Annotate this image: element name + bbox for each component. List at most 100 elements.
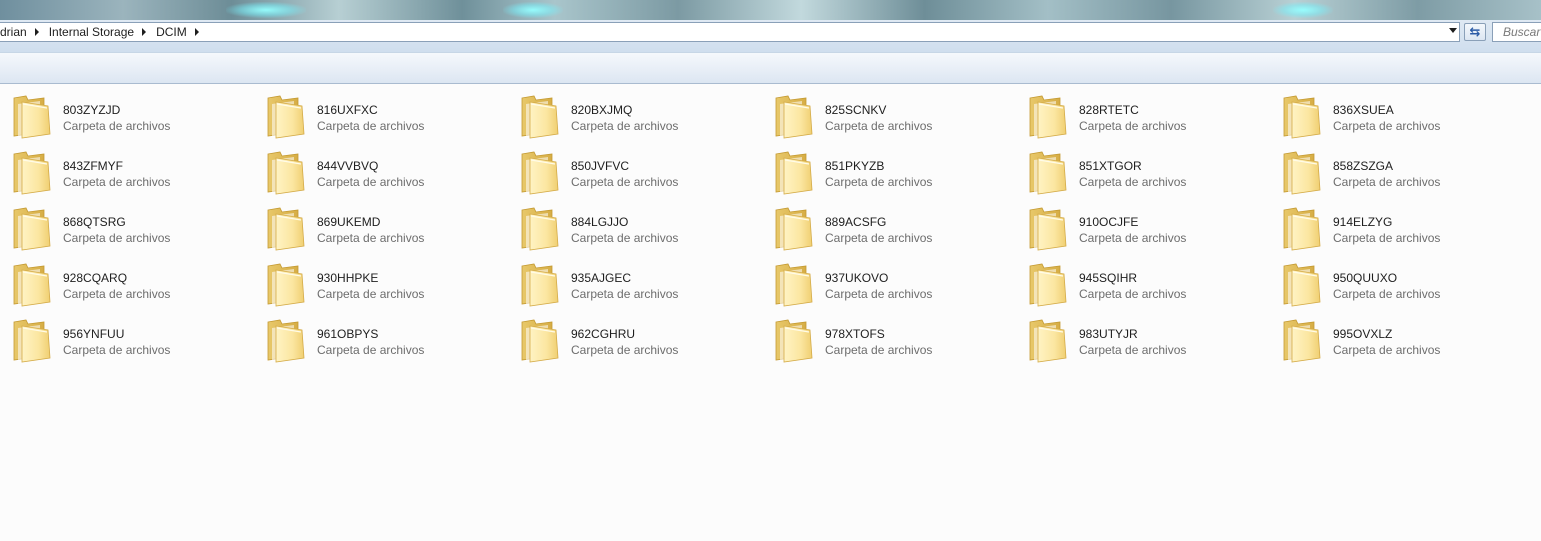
folder-text: 956YNFUU Carpeta de archivos — [63, 316, 170, 358]
folder-grid: 803ZYZJD Carpeta de archivos 816UXFXC Ca… — [8, 92, 1532, 372]
folder-icon — [521, 151, 559, 195]
folder-item[interactable]: 836XSUEA Carpeta de archivos — [1278, 92, 1532, 148]
folder-name: 914ELZYG — [1333, 215, 1393, 229]
chevron-right-icon[interactable] — [142, 28, 147, 36]
folder-type: Carpeta de archivos — [1079, 231, 1187, 245]
title-bar-glow — [503, 2, 563, 18]
folder-icon — [1029, 319, 1067, 363]
folder-icon — [775, 319, 813, 363]
folder-text: 937UKOVO Carpeta de archivos — [825, 260, 932, 302]
folder-text: 836XSUEA Carpeta de archivos — [1333, 92, 1440, 134]
folder-name: 956YNFUU — [63, 327, 125, 341]
folder-item[interactable]: 937UKOVO Carpeta de archivos — [770, 260, 1024, 316]
folder-item[interactable]: 930HHPKE Carpeta de archivos — [262, 260, 516, 316]
folder-text: 978XTOFS Carpeta de archivos — [825, 316, 932, 358]
folder-name: 961OBPYS — [317, 327, 379, 341]
search-input[interactable]: Buscar — [1492, 22, 1541, 42]
folder-item[interactable]: 889ACSFG Carpeta de archivos — [770, 204, 1024, 260]
folder-name: 978XTOFS — [825, 327, 885, 341]
folder-item[interactable]: 914ELZYG Carpeta de archivos — [1278, 204, 1532, 260]
folder-type: Carpeta de archivos — [1333, 287, 1441, 301]
folder-text: 995OVXLZ Carpeta de archivos — [1333, 316, 1440, 358]
folder-text: 803ZYZJD Carpeta de archivos — [63, 92, 170, 134]
folder-text: 945SQIHR Carpeta de archivos — [1079, 260, 1186, 302]
folder-type: Carpeta de archivos — [63, 343, 171, 357]
folder-name: 935AJGEC — [571, 271, 632, 285]
folder-item[interactable]: 995OVXLZ Carpeta de archivos — [1278, 316, 1532, 372]
folder-text: 983UTYJR Carpeta de archivos — [1079, 316, 1186, 358]
folder-icon — [775, 207, 813, 251]
chevron-right-icon[interactable] — [194, 28, 199, 36]
address-bar[interactable]: drian Internal Storage DCIM — [0, 22, 1460, 42]
folder-type: Carpeta de archivos — [571, 175, 679, 189]
folder-item[interactable]: 945SQIHR Carpeta de archivos — [1024, 260, 1278, 316]
folder-name: 836XSUEA — [1333, 103, 1394, 117]
folder-item[interactable]: 978XTOFS Carpeta de archivos — [770, 316, 1024, 372]
refresh-button[interactable]: ⇆ — [1464, 23, 1486, 41]
folder-icon — [1283, 207, 1321, 251]
folder-name: 962CGHRU — [571, 327, 636, 341]
chevron-right-icon[interactable] — [34, 28, 39, 36]
folder-icon — [267, 151, 305, 195]
file-list-pane: 803ZYZJD Carpeta de archivos 816UXFXC Ca… — [0, 84, 1541, 541]
folder-name: 803ZYZJD — [63, 103, 121, 117]
folder-item[interactable]: 962CGHRU Carpeta de archivos — [516, 316, 770, 372]
folder-name: 850JVFVC — [571, 159, 630, 173]
folder-item[interactable]: 843ZFMYF Carpeta de archivos — [8, 148, 262, 204]
folder-item[interactable]: 851PKYZB Carpeta de archivos — [770, 148, 1024, 204]
folder-name: 884LGJJO — [571, 215, 629, 229]
folder-item[interactable]: 858ZSZGA Carpeta de archivos — [1278, 148, 1532, 204]
breadcrumb-segment[interactable]: drian — [0, 23, 49, 41]
folder-item[interactable]: 828RTETC Carpeta de archivos — [1024, 92, 1278, 148]
folder-text: 889ACSFG Carpeta de archivos — [825, 204, 932, 246]
folder-item[interactable]: 844VVBVQ Carpeta de archivos — [262, 148, 516, 204]
title-bar-glow — [226, 2, 306, 18]
folder-item[interactable]: 851XTGOR Carpeta de archivos — [1024, 148, 1278, 204]
folder-text: 950QUUXO Carpeta de archivos — [1333, 260, 1440, 302]
folder-icon — [521, 263, 559, 307]
folder-item[interactable]: 956YNFUU Carpeta de archivos — [8, 316, 262, 372]
breadcrumb-segment[interactable]: Internal Storage — [49, 23, 156, 41]
breadcrumb-label: drian — [0, 25, 27, 39]
folder-type: Carpeta de archivos — [825, 343, 933, 357]
folder-item[interactable]: 910OCJFE Carpeta de archivos — [1024, 204, 1278, 260]
folder-name: 816UXFXC — [317, 103, 378, 117]
folder-icon — [267, 207, 305, 251]
folder-item[interactable]: 935AJGEC Carpeta de archivos — [516, 260, 770, 316]
folder-text: 868QTSRG Carpeta de archivos — [63, 204, 170, 246]
folder-type: Carpeta de archivos — [571, 287, 679, 301]
folder-icon — [1283, 95, 1321, 139]
folder-type: Carpeta de archivos — [1079, 287, 1187, 301]
folder-item[interactable]: 884LGJJO Carpeta de archivos — [516, 204, 770, 260]
folder-item[interactable]: 869UKEMD Carpeta de archivos — [262, 204, 516, 260]
folder-icon — [1029, 263, 1067, 307]
folder-item[interactable]: 961OBPYS Carpeta de archivos — [262, 316, 516, 372]
folder-name: 950QUUXO — [1333, 271, 1398, 285]
chevron-down-icon[interactable] — [1449, 28, 1457, 33]
folder-item[interactable]: 825SCNKV Carpeta de archivos — [770, 92, 1024, 148]
folder-icon — [1029, 95, 1067, 139]
folder-icon — [521, 207, 559, 251]
folder-name: 828RTETC — [1079, 103, 1139, 117]
folder-item[interactable]: 803ZYZJD Carpeta de archivos — [8, 92, 262, 148]
folder-item[interactable]: 850JVFVC Carpeta de archivos — [516, 148, 770, 204]
folder-type: Carpeta de archivos — [63, 119, 171, 133]
folder-item[interactable]: 816UXFXC Carpeta de archivos — [262, 92, 516, 148]
folder-item[interactable]: 868QTSRG Carpeta de archivos — [8, 204, 262, 260]
folder-icon — [1283, 151, 1321, 195]
folder-item[interactable]: 950QUUXO Carpeta de archivos — [1278, 260, 1532, 316]
folder-item[interactable]: 983UTYJR Carpeta de archivos — [1024, 316, 1278, 372]
folder-icon — [13, 263, 51, 307]
folder-name: 851PKYZB — [825, 159, 885, 173]
breadcrumb-label: Internal Storage — [48, 25, 135, 39]
folder-icon — [13, 151, 51, 195]
folder-text: 851XTGOR Carpeta de archivos — [1079, 148, 1186, 190]
folder-name: 930HHPKE — [317, 271, 379, 285]
folder-type: Carpeta de archivos — [63, 175, 171, 189]
breadcrumb-segment[interactable]: DCIM — [156, 23, 209, 41]
folder-type: Carpeta de archivos — [825, 175, 933, 189]
folder-item[interactable]: 928CQARQ Carpeta de archivos — [8, 260, 262, 316]
folder-item[interactable]: 820BXJMQ Carpeta de archivos — [516, 92, 770, 148]
folder-name: 937UKOVO — [825, 271, 889, 285]
folder-icon — [13, 319, 51, 363]
